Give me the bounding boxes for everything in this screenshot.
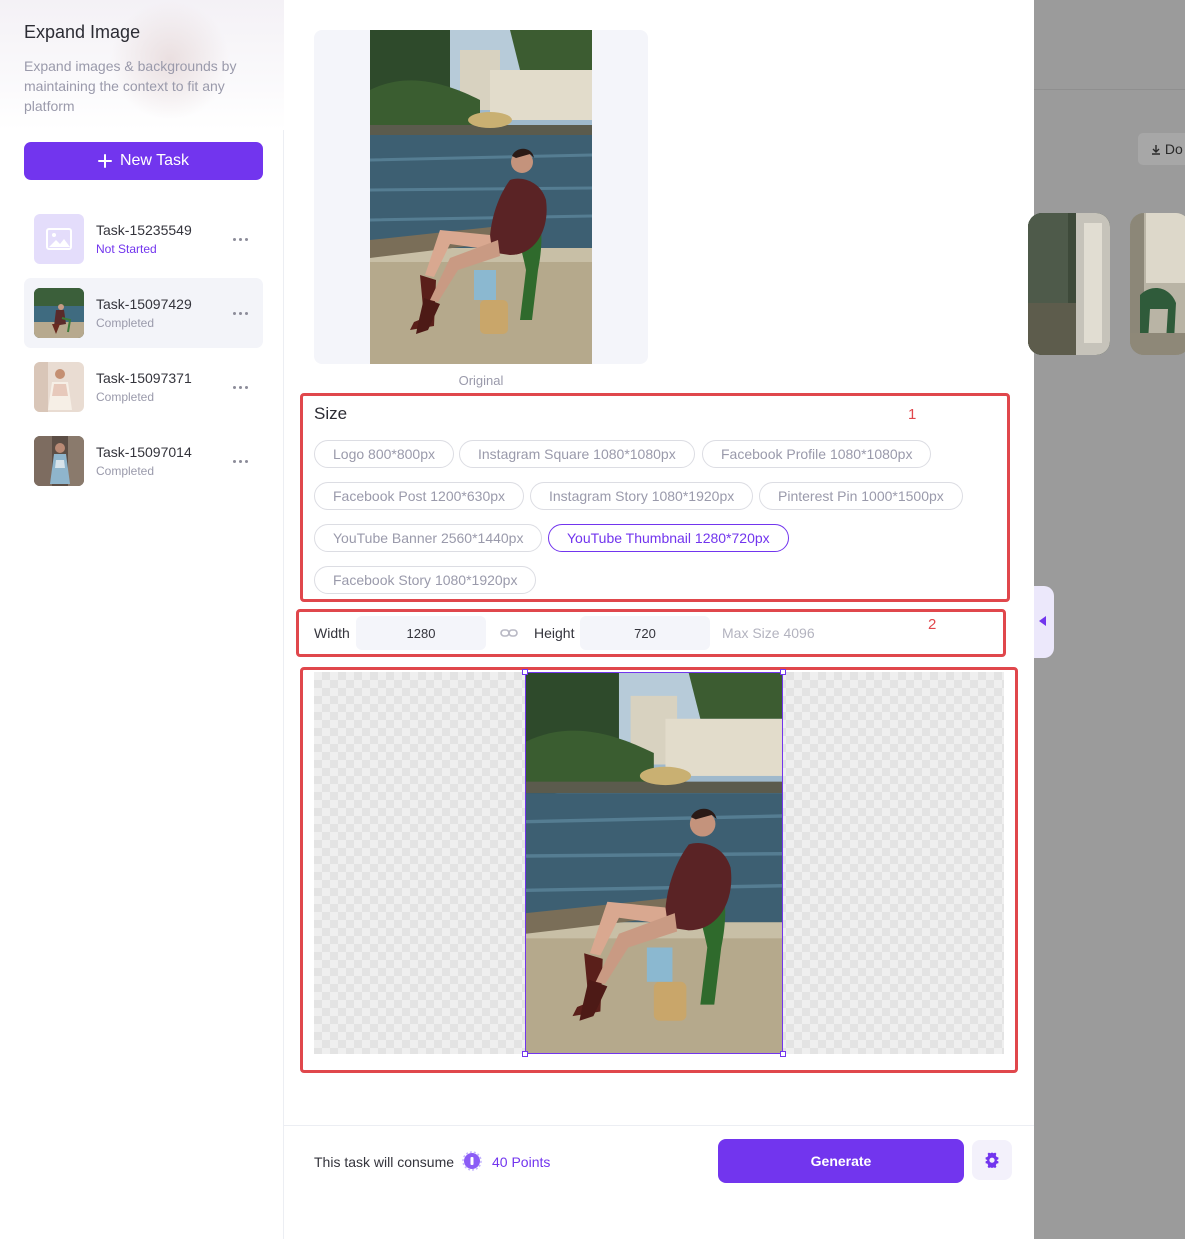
size-section-title: Size: [314, 404, 348, 423]
height-label: Height: [534, 625, 575, 641]
settings-button[interactable]: [972, 1140, 1012, 1180]
size-option-youtube-thumbnail[interactable]: YouTube Thumbnail 1280*720px: [548, 524, 789, 552]
size-option-instagram-story[interactable]: Instagram Story 1080*1920px: [530, 482, 754, 510]
task-status: Completed: [96, 316, 155, 330]
sidebar: Expand Image Expand images & backgrounds…: [0, 0, 284, 1239]
generate-button[interactable]: Generate: [718, 1139, 964, 1183]
task-list: Task-15235549 Not Started Task-15097429 …: [24, 204, 263, 500]
size-option-youtube-banner[interactable]: YouTube Banner 2560*1440px: [314, 524, 543, 552]
expand-canvas[interactable]: [314, 669, 1004, 1057]
main-panel: Original 1 Size Logo 800*800px Instagram…: [284, 0, 1034, 1239]
width-input[interactable]: [356, 616, 486, 650]
task-item[interactable]: Task-15235549 Not Started: [24, 204, 263, 274]
original-image-frame: [314, 30, 648, 364]
task-status: Completed: [96, 464, 155, 478]
task-thumbnail: [34, 288, 84, 338]
right-header: [1034, 0, 1185, 90]
task-item[interactable]: Task-15097371 Completed: [24, 352, 263, 422]
download-icon: [1152, 145, 1160, 155]
task-item[interactable]: Task-15097014 Completed: [24, 426, 263, 496]
points-value: 40 Points: [492, 1154, 551, 1170]
annotation-number-1: 1: [908, 406, 917, 423]
canvas-image[interactable]: [525, 672, 783, 1054]
size-option-instagram-square[interactable]: Instagram Square 1080*1080px: [459, 440, 695, 468]
collapse-panel-toggle[interactable]: [1034, 586, 1054, 658]
new-task-label: New Task: [119, 152, 190, 169]
app-title: Expand Image: [24, 22, 141, 42]
task-name: Task-15097371: [96, 370, 192, 386]
download-label: Do: [1164, 141, 1183, 157]
task-name: Task-15097014: [96, 444, 192, 460]
new-task-button[interactable]: New Task: [24, 142, 263, 180]
result-thumbnail[interactable]: [1130, 213, 1185, 355]
size-option-facebook-profile[interactable]: Facebook Profile 1080*1080px: [702, 440, 932, 468]
points-coin-icon: [462, 1151, 482, 1171]
dimension-row: Width Height Max Size 4096: [314, 616, 1004, 650]
consume-text: This task will consume: [314, 1154, 455, 1170]
footer-bar: This task will consume 40 Points Generat…: [284, 1125, 1034, 1239]
task-item[interactable]: Task-15097429 Completed: [24, 278, 263, 348]
link-icon[interactable]: [500, 625, 518, 641]
max-size-hint: Max Size 4096: [722, 625, 815, 641]
resize-handle[interactable]: [780, 1051, 786, 1057]
more-options-icon[interactable]: [233, 456, 249, 466]
image-placeholder-icon: [34, 214, 84, 264]
size-option-pinterest-pin[interactable]: Pinterest Pin 1000*1500px: [759, 482, 963, 510]
resize-handle[interactable]: [780, 669, 786, 675]
width-label: Width: [314, 625, 350, 641]
task-status: Completed: [96, 390, 155, 404]
task-status: Not Started: [96, 242, 157, 256]
size-option-facebook-story[interactable]: Facebook Story 1080*1920px: [314, 566, 537, 594]
task-name: Task-15235549: [96, 222, 192, 238]
task-thumbnail: [34, 362, 84, 412]
task-thumbnail: [34, 436, 84, 486]
result-thumbnail[interactable]: [1028, 213, 1110, 355]
more-options-icon[interactable]: [233, 382, 249, 392]
download-button[interactable]: Do: [1138, 133, 1185, 165]
resize-handle[interactable]: [522, 669, 528, 675]
right-results-panel: Do: [1028, 0, 1185, 1239]
size-option-facebook-post[interactable]: Facebook Post 1200*630px: [314, 482, 525, 510]
original-image: [370, 30, 592, 364]
gear-icon: [985, 1152, 999, 1168]
more-options-icon[interactable]: [233, 308, 249, 318]
height-input[interactable]: [580, 616, 710, 650]
more-options-icon[interactable]: [233, 234, 249, 244]
original-label: Original: [458, 373, 504, 388]
app-description: Expand images & backgrounds by maintaini…: [24, 58, 237, 114]
plus-icon: [97, 154, 112, 168]
resize-handle[interactable]: [522, 1051, 528, 1057]
app-root: Expand Image Expand images & backgrounds…: [0, 0, 1185, 1239]
size-option-logo[interactable]: Logo 800*800px: [314, 440, 454, 468]
task-name: Task-15097429: [96, 296, 192, 312]
